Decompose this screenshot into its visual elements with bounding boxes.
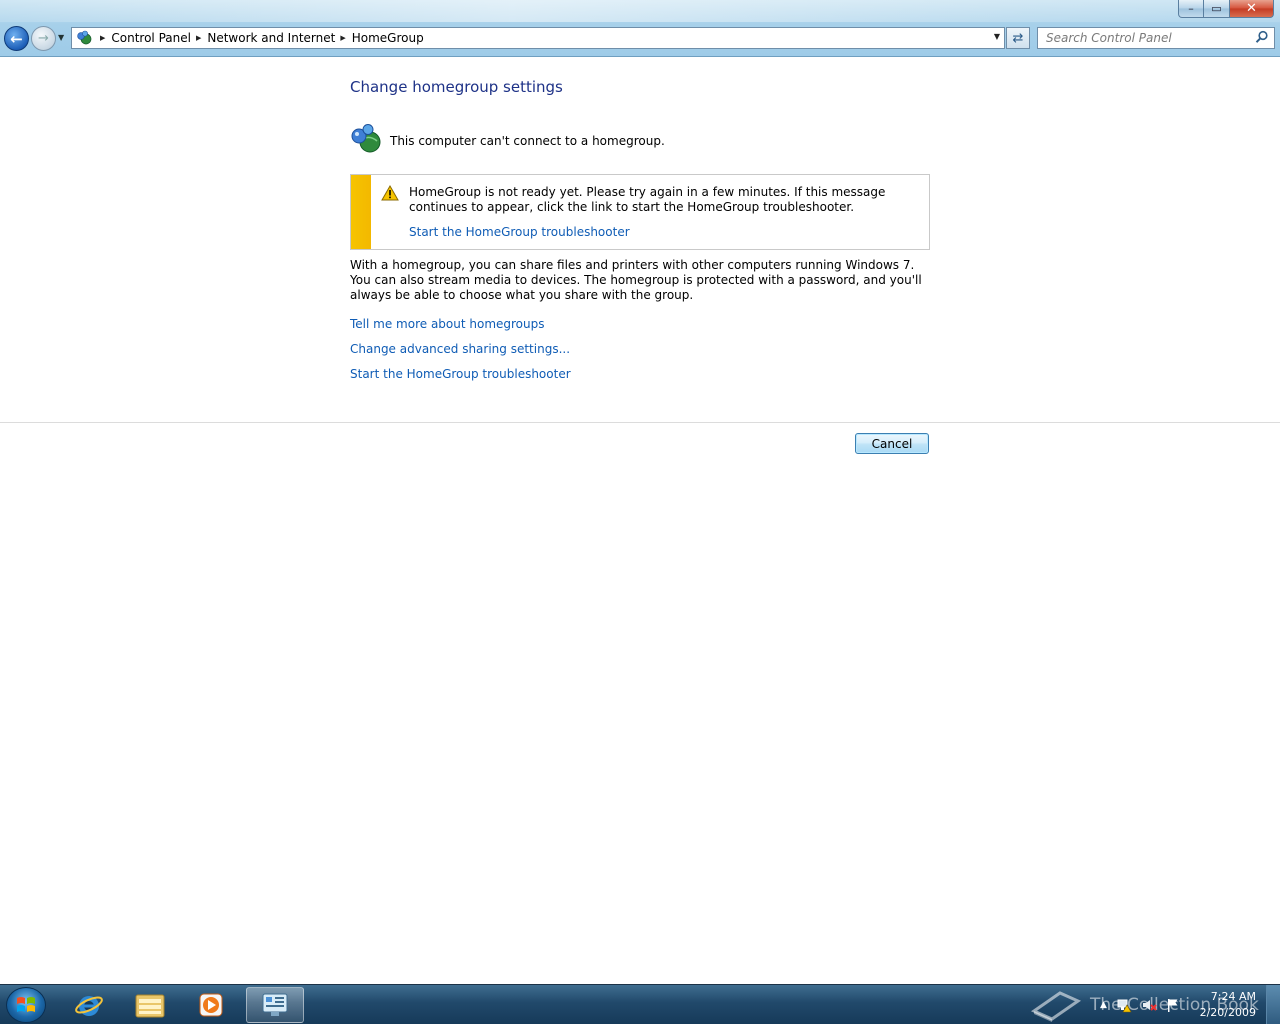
warning-box: HomeGroup is not ready yet. Please try a… <box>350 174 930 250</box>
book-watermark-icon <box>1030 991 1082 1022</box>
show-desktop-button[interactable] <box>1266 985 1280 1024</box>
search-box[interactable] <box>1037 27 1275 49</box>
cancel-button[interactable]: Cancel <box>855 433 929 454</box>
taskbar-clock[interactable]: 7:24 AM 2/20/2009 <box>1200 989 1256 1021</box>
footer-divider <box>0 422 1280 423</box>
warning-message: HomeGroup is not ready yet. Please try a… <box>409 185 886 214</box>
refresh-icon: ⇄ <box>1012 30 1024 46</box>
minimize-button[interactable]: – <box>1178 0 1204 18</box>
content-area: Change homegroup settings This computer … <box>0 58 1280 984</box>
troubleshooter-link[interactable]: Start the HomeGroup troubleshooter <box>350 367 571 381</box>
breadcrumb-control-panel[interactable]: Control Panel <box>111 31 191 45</box>
windows-logo-icon <box>17 997 35 1012</box>
system-tray: ▲ <box>1100 997 1180 1013</box>
homegroup-icon <box>350 123 382 158</box>
media-player-icon <box>199 993 223 1017</box>
breadcrumb-separator[interactable]: ▶ <box>100 34 105 42</box>
control-panel-icon <box>262 993 288 1016</box>
show-hidden-icons-arrow-icon[interactable]: ▲ <box>1100 1000 1107 1010</box>
back-button[interactable]: ← <box>4 26 29 51</box>
advanced-sharing-link[interactable]: Change advanced sharing settings... <box>350 342 570 356</box>
status-text: This computer can't connect to a homegro… <box>390 133 665 148</box>
address-dropdown-icon[interactable]: ▼ <box>994 32 1000 41</box>
clock-time: 7:24 AM <box>1210 990 1256 1003</box>
breadcrumb-separator[interactable]: ▶ <box>196 34 201 42</box>
warning-icon <box>381 184 399 204</box>
window-controls: – ▭ ✕ <box>1178 0 1274 18</box>
warning-troubleshooter-link[interactable]: Start the HomeGroup troubleshooter <box>409 225 630 239</box>
internet-explorer-icon <box>75 996 103 1016</box>
folder-icon <box>135 994 165 1018</box>
breadcrumb-separator[interactable]: ▶ <box>340 34 345 42</box>
tell-me-more-link[interactable]: Tell me more about homegroups <box>350 317 545 331</box>
homegroup-description: With a homegroup, you can share files an… <box>350 258 922 302</box>
breadcrumb-homegroup[interactable]: HomeGroup <box>352 31 424 45</box>
action-center-flag-icon[interactable] <box>1166 997 1180 1013</box>
network-globe-icon <box>73 28 95 48</box>
taskbar-control-panel[interactable] <box>246 987 304 1023</box>
taskbar-media-player[interactable] <box>182 987 240 1023</box>
search-icon[interactable] <box>1255 30 1269 47</box>
forward-arrow-icon: → <box>38 31 49 46</box>
maximize-button[interactable]: ▭ <box>1204 0 1230 18</box>
search-input[interactable] <box>1038 28 1248 48</box>
breadcrumb-network-and-internet[interactable]: Network and Internet <box>207 31 335 45</box>
back-arrow-icon: ← <box>10 29 23 48</box>
page-title: Change homegroup settings <box>350 78 563 96</box>
forward-button[interactable]: → <box>31 26 56 51</box>
warning-strip <box>351 175 371 249</box>
volume-muted-icon[interactable] <box>1141 997 1157 1013</box>
status-row: This computer can't connect to a homegro… <box>350 123 665 158</box>
refresh-button[interactable]: ⇄ <box>1006 27 1030 49</box>
start-button[interactable] <box>6 987 46 1023</box>
recent-pages-dropdown[interactable]: ▼ <box>58 33 64 42</box>
taskbar-windows-explorer[interactable] <box>121 987 179 1023</box>
network-warning-icon[interactable] <box>1116 997 1132 1013</box>
address-bar[interactable]: ▶ Control Panel ▶ Network and Internet ▶… <box>71 27 1005 49</box>
clock-date: 2/20/2009 <box>1199 1006 1256 1019</box>
taskbar: The Collection Book ▲ 7:24 AM 2/20/2009 <box>0 984 1280 1024</box>
taskbar-internet-explorer[interactable] <box>60 987 118 1023</box>
close-button[interactable]: ✕ <box>1230 0 1274 18</box>
